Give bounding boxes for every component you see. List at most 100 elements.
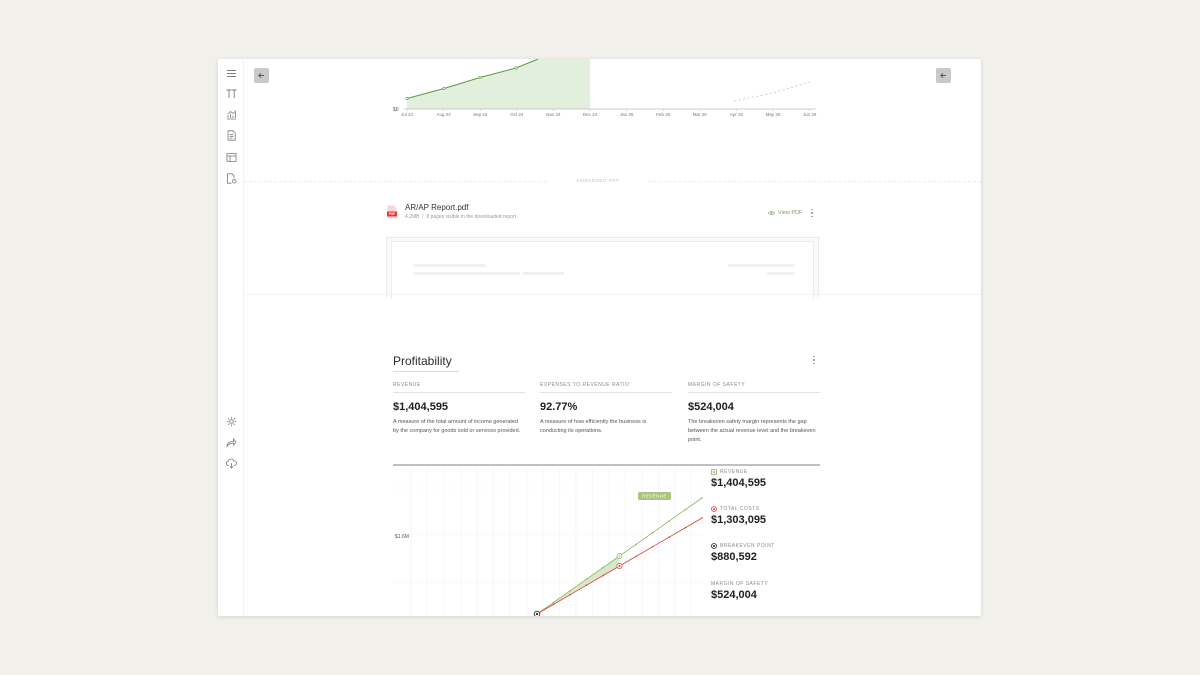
costs-point: [602, 574, 604, 577]
skeleton-line: [767, 272, 794, 275]
legend-margin-of-safety: MARGIN OF SAFETY $524,004: [711, 581, 811, 601]
target-icon: [711, 543, 717, 549]
x-tick-label: Oct 24: [510, 112, 524, 117]
metric-label: MARGIN OF SAFETY: [688, 382, 820, 393]
costs-point: [684, 526, 687, 529]
revenue-point: [569, 590, 571, 592]
x-tick-label: Dec 24: [583, 112, 598, 117]
y-tick-label: $1.6M: [395, 534, 409, 540]
view-pdf-label: View PDF: [778, 210, 803, 216]
pdf-preview-page: [391, 241, 814, 299]
x-tick-label: Jan 25: [620, 112, 634, 117]
pdf-file-icon: PDF: [387, 205, 397, 219]
table-icon[interactable]: [226, 152, 237, 163]
skeleton-line: [414, 264, 486, 267]
pdf-more-menu-icon[interactable]: [809, 208, 815, 218]
costs-point: [651, 546, 654, 548]
legend-value: $1,404,595: [711, 477, 767, 489]
legend-value: $880,592: [711, 551, 757, 563]
legend-label: TOTAL COSTS: [720, 506, 760, 512]
share-icon[interactable]: [226, 437, 237, 448]
metric-description: A measure of the total amount of income …: [393, 419, 521, 434]
metric-value: $1,404,595: [393, 401, 449, 413]
legend-value: $1,303,095: [711, 514, 767, 526]
pdf-file-meta: 4.2MB 8 pages visible in the downloaded r…: [405, 214, 516, 220]
document-icon[interactable]: [226, 130, 237, 141]
section-title: Profitability: [393, 354, 452, 368]
metric-value: 92.77%: [540, 401, 578, 413]
sidebar: [218, 59, 244, 616]
pdf-file-name[interactable]: AR/AP Report.pdf: [405, 203, 468, 212]
plus-square-icon: [711, 469, 717, 475]
legend-label: REVENUE: [720, 469, 748, 475]
x-tick-label: Jul 24: [401, 112, 414, 117]
data-point: [514, 66, 518, 70]
costs-point: [635, 555, 637, 558]
metric-value: $524,004: [688, 401, 734, 413]
revenue-tag: REVENUE: [638, 492, 671, 500]
pdf-pages-note: 8 pages visible in the downloaded report: [426, 214, 516, 220]
settings-icon[interactable]: [226, 416, 237, 427]
pdf-file-size: 4.2MB: [405, 214, 420, 220]
revenue-point: [585, 578, 588, 580]
x-tick-label: Aug 24: [436, 112, 451, 117]
skeleton-line: [523, 272, 564, 275]
legend-breakeven-point: BREAKEVEN POINT $880,592: [711, 543, 811, 563]
skeleton-line: [728, 264, 794, 267]
target-icon: [711, 506, 717, 512]
download-icon[interactable]: [226, 458, 237, 469]
breakeven-marker-dot: [535, 612, 539, 616]
costs-marker-dot: [618, 565, 621, 567]
metric-label: REVENUE: [393, 382, 525, 393]
legend-total-costs: TOTAL COSTS $1,303,095: [711, 506, 811, 526]
app-window: Jul 24 Aug 24 Sep 24 Oct 24 Nov 24 Dec 24 Jan …: [218, 59, 981, 616]
revenue-point: [602, 566, 604, 569]
costs-point: [701, 517, 703, 519]
x-tick-label: Jun 25: [803, 112, 817, 117]
x-tick-label: Apr 25: [730, 112, 744, 117]
file-settings-icon[interactable]: [226, 173, 237, 184]
revenue-point: [668, 520, 670, 522]
revenue-point: [701, 497, 703, 499]
x-tick-label: Sep 24: [473, 112, 488, 117]
metric-label: EXPENSES TO REVENUE RATIO: [540, 382, 672, 393]
revenue-point: [552, 601, 555, 604]
metric-description: The breakeven safety margin represents t…: [688, 419, 816, 443]
metric-margin-of-safety: MARGIN OF SAFETY $524,004 The breakeven …: [688, 382, 820, 445]
revenue-point: [684, 508, 687, 511]
meta-separator: [422, 214, 424, 219]
metric-description: A measure of how efficiently the busines…: [540, 419, 647, 434]
pdf-preview[interactable]: [386, 237, 819, 299]
metric-revenue: REVENUE $1,404,595 A measure of the tota…: [393, 382, 525, 436]
costs-point: [585, 584, 588, 586]
revenue-point: [635, 543, 637, 546]
metric-expenses-ratio: EXPENSES TO REVENUE RATIO 92.77% A measu…: [540, 382, 672, 436]
x-tick-label: May 25: [766, 112, 781, 117]
costs-point: [552, 603, 555, 606]
data-point: [478, 75, 482, 79]
costs-point: [668, 536, 670, 538]
costs-point: [569, 594, 571, 596]
forecast-line: [733, 81, 811, 102]
data-point: [442, 86, 446, 90]
y-tick-label: $0: [393, 107, 399, 113]
section-more-menu-icon[interactable]: [811, 355, 817, 365]
legend-label: MARGIN OF SAFETY: [711, 581, 769, 587]
cash-flow-chart: Jul 24 Aug 24 Sep 24 Oct 24 Nov 24 Dec 24 Jan …: [393, 59, 817, 117]
legend-value: $524,004: [711, 589, 757, 601]
x-tick-label: Feb 25: [656, 112, 671, 117]
view-pdf-button[interactable]: View PDF: [768, 208, 802, 218]
x-tick-label: Mar 25: [693, 112, 708, 117]
actual-area-fill: [407, 59, 590, 109]
skeleton-line: [414, 272, 520, 275]
revenue-tag-label: REVENUE: [642, 494, 667, 499]
eye-icon: [768, 211, 775, 215]
embed-section-label: EMBEDDED PDF: [548, 178, 648, 183]
x-tick-label: Nov 24: [546, 112, 561, 117]
revenue-point: [651, 532, 654, 534]
legend-label: BREAKEVEN POINT: [720, 543, 775, 549]
title-underline: [393, 371, 459, 372]
section-separator: [244, 294, 981, 295]
data-point: [405, 96, 409, 100]
legend-revenue: REVENUE $1,404,595: [711, 469, 811, 489]
